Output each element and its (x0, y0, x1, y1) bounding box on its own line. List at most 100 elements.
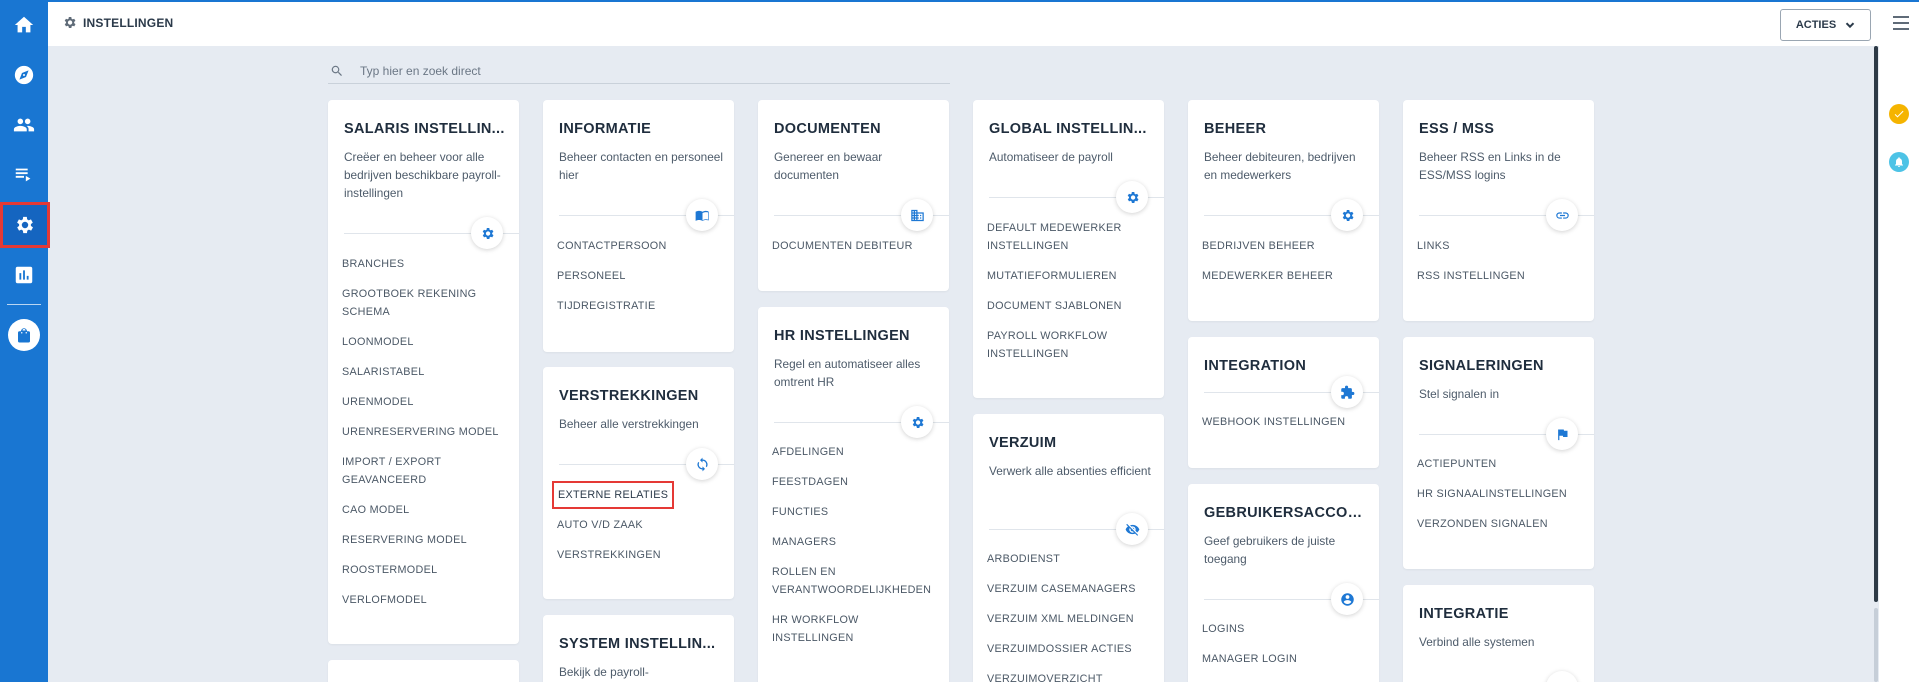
link-verzuim-xml-meldingen[interactable]: VERZUIM XML MELDINGEN (987, 610, 1157, 628)
check-icon (1894, 110, 1904, 118)
link-arbodienst[interactable]: ARBODIENST (987, 550, 1157, 568)
link-bedrijven-beheer[interactable]: BEDRIJVEN BEHEER (1202, 237, 1372, 255)
link-webhook-instellingen[interactable]: WEBHOOK INSTELLINGEN (1202, 413, 1372, 431)
card-gebruikersaccounts: GEBRUIKERSACCOU... Geef gebruikers de ju… (1188, 484, 1379, 682)
shop-badge (8, 319, 40, 351)
card-ess-mss: ESS / MSS Beheer RSS en Links in de ESS/… (1403, 100, 1594, 321)
card-title: DOCUMENTEN (774, 121, 881, 137)
link-urenreservering-model[interactable]: URENRESERVERING MODEL (342, 423, 512, 441)
card-link-list: LINKS RSS INSTELLINGEN (1417, 237, 1587, 297)
card-title: SALARIS INSTELLIN... (344, 121, 505, 137)
link-managers[interactable]: MANAGERS (772, 533, 942, 551)
link-mutatieformulieren[interactable]: MUTATIEFORMULIEREN (987, 267, 1157, 285)
card-system-instellingen: SYSTEM INSTELLIN... Bekijk de payroll- (543, 615, 734, 682)
nav-reports[interactable] (0, 252, 48, 298)
link-medewerker-beheer[interactable]: MEDEWERKER BEHEER (1202, 267, 1372, 285)
page-title: INSTELLINGEN (62, 15, 173, 30)
link-roostermodel[interactable]: ROOSTERMODEL (342, 561, 512, 579)
link-afdelingen[interactable]: AFDELINGEN (772, 443, 942, 461)
search-icon (331, 65, 342, 76)
link-rollen-en-verantwoordelijkheden[interactable]: ROLLEN EN VERANTWOORDELIJKHEDEN (772, 563, 942, 599)
link-documenten-debiteur[interactable]: DOCUMENTEN DEBITEUR (772, 237, 942, 255)
card-description: Bekijk de payroll- (559, 665, 649, 679)
card-description: Geef gebruikers de juiste toegang (1204, 534, 1336, 566)
link-default-medewerker-instellingen[interactable]: DEFAULT MEDEWERKER INSTELLINGEN (987, 219, 1157, 255)
notifications-badge[interactable] (1889, 152, 1909, 172)
menu-icon[interactable] (1893, 16, 1909, 30)
link-links[interactable]: LINKS (1417, 237, 1587, 255)
card-link-list: EXTERNE RELATIES AUTO V/D ZAAK VERSTREKK… (551, 481, 727, 576)
search-bar (328, 58, 950, 84)
nav-explore[interactable] (0, 52, 48, 98)
link-functies[interactable]: FUNCTIES (772, 503, 942, 521)
link-reservering-model[interactable]: RESERVERING MODEL (342, 531, 512, 549)
chevron-down-icon (1845, 22, 1855, 29)
link-salaristabel[interactable]: SALARISTABEL (342, 363, 512, 381)
card-description: Creëer en beheer voor alle bedrijven bes… (344, 150, 501, 200)
card-link-list: ARBODIENST VERZUIM CASEMANAGERS VERZUIM … (987, 550, 1157, 682)
sync-icon (696, 457, 708, 471)
link-actiepunten[interactable]: ACTIEPUNTEN (1417, 455, 1587, 473)
link-branches[interactable]: BRANCHES (342, 255, 512, 273)
home-icon (14, 16, 34, 33)
actions-button[interactable]: ACTIES (1780, 9, 1871, 41)
gear-icon (912, 416, 923, 428)
card-icon-badge (1116, 181, 1148, 213)
nav-shop[interactable] (0, 312, 48, 358)
scrollbar-lower (1874, 608, 1878, 682)
nav-home[interactable] (0, 2, 48, 48)
card-title: GEBRUIKERSACCOU... (1204, 505, 1369, 521)
card-title: BEHEER (1204, 121, 1267, 137)
link-grootboek-rekening-schema[interactable]: GROOTBOEK REKENING SCHEMA (342, 285, 512, 321)
link-rss-instellingen[interactable]: RSS INSTELLINGEN (1417, 267, 1587, 285)
nav-rail (0, 0, 50, 682)
actions-button-label: ACTIES (1795, 19, 1837, 31)
link-verzuimdossier-acties[interactable]: VERZUIMDOSSIER ACTIES (987, 640, 1157, 658)
link-feestdagen[interactable]: FEESTDAGEN (772, 473, 942, 491)
link-tijdregistratie[interactable]: TIJDREGISTRATIE (557, 297, 727, 315)
tasks-badge[interactable] (1889, 104, 1909, 124)
search-input[interactable] (360, 63, 920, 78)
card-description: Verbind alle systemen (1419, 635, 1535, 649)
link-urenmodel[interactable]: URENMODEL (342, 393, 512, 411)
eye-off-icon (1125, 523, 1139, 536)
card-title: INTEGRATION (1204, 358, 1307, 374)
list-icon (15, 168, 31, 182)
card-signaleringen: SIGNALERINGEN Stel signalen in ACTIEPUNT… (1403, 337, 1594, 569)
link-manager-login[interactable]: MANAGER LOGIN (1202, 650, 1372, 668)
card-icon-badge (1546, 671, 1578, 682)
card-link-list: LOGINS MANAGER LOGIN (1202, 620, 1372, 680)
link-cao-model[interactable]: CAO MODEL (342, 501, 512, 519)
link-verlofmodel[interactable]: VERLOFMODEL (342, 591, 512, 609)
card-description: Verwerk alle absenties efficient (989, 464, 1151, 478)
building-icon (910, 209, 924, 221)
link-document-sjablonen[interactable]: DOCUMENT SJABLONEN (987, 297, 1157, 315)
card-description: Automatiseer de payroll (989, 150, 1113, 164)
link-externe-relaties[interactable]: EXTERNE RELATIES (551, 481, 675, 509)
link-verzonden-signalen[interactable]: VERZONDEN SIGNALEN (1417, 515, 1587, 533)
scrollbar-thumb[interactable] (1874, 46, 1878, 602)
card-hr-instellingen: HR INSTELLINGEN Regel en automatiseer al… (758, 307, 949, 682)
link-hr-signaalinstellingen[interactable]: HR SIGNAALINSTELLINGEN (1417, 485, 1587, 503)
link-hr-workflow-instellingen[interactable]: HR WORKFLOW INSTELLINGEN (772, 611, 942, 647)
link-personeel[interactable]: PERSONEEL (557, 267, 727, 285)
link-contactpersoon[interactable]: CONTACTPERSOON (557, 237, 727, 255)
link-import-export-geavanceerd[interactable]: IMPORT / EXPORT GEAVANCEERD (342, 453, 512, 489)
card-description: Beheer debiteuren, bedrijven en medewerk… (1204, 150, 1356, 182)
link-verstrekkingen[interactable]: VERSTREKKINGEN (557, 546, 727, 564)
card-icon-badge (1331, 583, 1363, 615)
card-documenten: DOCUMENTEN Genereer en bewaar documenten… (758, 100, 949, 291)
nav-settings[interactable] (0, 202, 50, 248)
link-loonmodel[interactable]: LOONMODEL (342, 333, 512, 351)
link-auto-vd-zaak[interactable]: AUTO V/D ZAAK (557, 516, 727, 534)
link-logins[interactable]: LOGINS (1202, 620, 1372, 638)
link-payroll-workflow-instellingen[interactable]: PAYROLL WORKFLOW INSTELLINGEN (987, 327, 1157, 363)
link-verzuimoverzicht[interactable]: VERZUIMOVERZICHT (987, 670, 1157, 682)
nav-lists[interactable] (0, 152, 48, 198)
link-verzuim-casemanagers[interactable]: VERZUIM CASEMANAGERS (987, 580, 1157, 598)
account-icon (1340, 592, 1354, 606)
book-icon (695, 210, 709, 221)
gear-icon (1127, 191, 1138, 203)
people-icon (13, 118, 35, 132)
nav-people[interactable] (0, 102, 48, 148)
